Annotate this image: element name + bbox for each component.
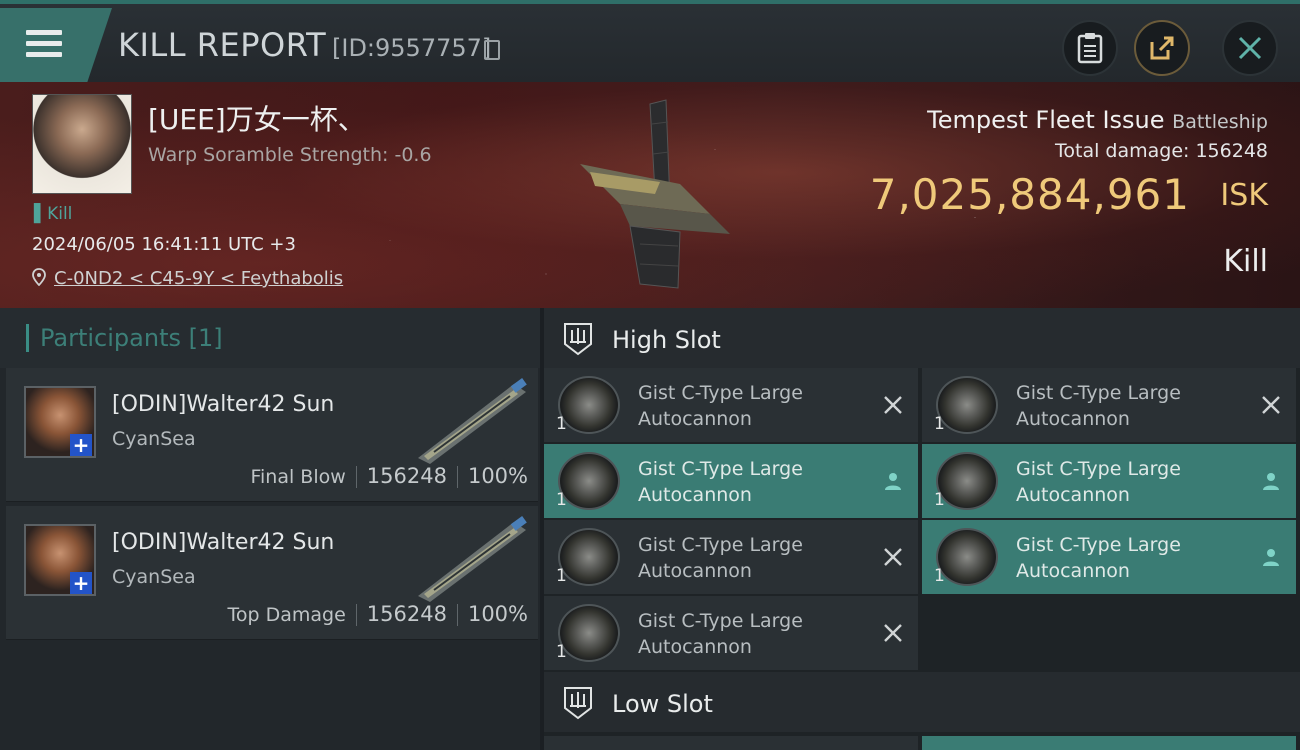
module-name: Gist C-Type Large Autocannon bbox=[1016, 382, 1181, 430]
module-item[interactable]: 1 Gist C-Type Large Autocannon bbox=[544, 368, 918, 442]
kill-datetime: 2024/06/05 16:41:11 UTC +3 bbox=[32, 234, 296, 255]
top-bar: KILL REPORT [ID:9557757] bbox=[0, 0, 1300, 82]
clipboard-icon bbox=[1077, 33, 1103, 64]
copy-icon[interactable] bbox=[484, 40, 500, 60]
autocannon-icon bbox=[936, 528, 998, 586]
participant-row[interactable]: + [ODIN]Walter42 Sun CyanSea Final Blow 1… bbox=[6, 368, 538, 502]
module-name: Gist C-Type Large Autocannon bbox=[638, 382, 803, 430]
menu-button[interactable] bbox=[0, 8, 112, 82]
module-item-partial[interactable] bbox=[922, 736, 1296, 750]
participant-corp: CyanSea bbox=[112, 428, 196, 450]
location-pin-icon bbox=[32, 268, 46, 286]
participants-header: Participants [1] bbox=[0, 308, 540, 368]
weapon-icon bbox=[418, 516, 527, 602]
weapon-icon bbox=[418, 378, 527, 464]
victim-name[interactable]: [UEE]万女一杯、 bbox=[148, 98, 366, 138]
high-slot-icon bbox=[564, 323, 592, 356]
close-button[interactable] bbox=[1222, 20, 1278, 76]
fitting-panel: High Slot 1 Gist C-Type Large Autocannon … bbox=[544, 308, 1300, 750]
module-item[interactable]: 1 Gist C-Type Large Autocannon bbox=[922, 444, 1296, 518]
page-title: KILL REPORT bbox=[118, 26, 327, 64]
module-quantity: 1 bbox=[934, 566, 945, 586]
clipboard-button[interactable] bbox=[1062, 20, 1118, 76]
kill-status: Kill bbox=[1223, 244, 1268, 279]
autocannon-icon bbox=[558, 604, 620, 662]
autocannon-icon bbox=[936, 452, 998, 510]
participant-stats: Top Damage 156248 100% bbox=[227, 602, 528, 626]
module-item[interactable]: 1 Gist C-Type Large Autocannon bbox=[544, 520, 918, 594]
kill-tag: ▌Kill bbox=[34, 204, 73, 224]
menu-icon bbox=[26, 30, 62, 58]
x-mark-icon bbox=[884, 396, 902, 414]
location-link[interactable]: C-0ND2 < C45-9Y < Feythabolis bbox=[54, 268, 343, 289]
ship-name[interactable]: Tempest Fleet Issue Battleship bbox=[927, 106, 1268, 134]
module-name: Gist C-Type Large Autocannon bbox=[638, 534, 803, 582]
person-icon bbox=[885, 473, 901, 490]
high-slot-header: High Slot bbox=[544, 308, 1300, 368]
module-item[interactable]: 1 Gist C-Type Large Autocannon bbox=[922, 368, 1296, 442]
module-name: Gist C-Type Large Autocannon bbox=[638, 610, 803, 658]
participant-stats: Final Blow 156248 100% bbox=[250, 464, 528, 488]
autocannon-icon bbox=[558, 452, 620, 510]
module-item[interactable]: 1 Gist C-Type Large Autocannon bbox=[544, 596, 918, 670]
participant-damage: 156248 bbox=[366, 602, 447, 626]
module-quantity: 1 bbox=[934, 490, 945, 510]
ship-class: Battleship bbox=[1172, 111, 1268, 133]
module-item[interactable]: 1 Gist C-Type Large Autocannon bbox=[544, 444, 918, 518]
person-icon bbox=[1263, 473, 1279, 490]
isk-unit: ISK bbox=[1220, 178, 1268, 213]
autocannon-icon bbox=[558, 528, 620, 586]
person-icon bbox=[1263, 549, 1279, 566]
participant-name: [ODIN]Walter42 Sun bbox=[112, 530, 335, 555]
ship-icon bbox=[580, 99, 730, 289]
victim-portrait[interactable] bbox=[32, 94, 132, 194]
module-name: Gist C-Type Large Autocannon bbox=[1016, 458, 1181, 506]
high-slot-title: High Slot bbox=[612, 326, 721, 354]
module-quantity: 1 bbox=[556, 566, 567, 586]
module-quantity: 1 bbox=[556, 490, 567, 510]
participant-percent: 100% bbox=[467, 464, 528, 488]
low-slot-icon bbox=[564, 687, 592, 720]
low-slot-header: Low Slot bbox=[544, 672, 1300, 732]
participant-percent: 100% bbox=[467, 602, 528, 626]
plus-icon: + bbox=[70, 572, 92, 594]
autocannon-icon bbox=[936, 376, 998, 434]
close-icon bbox=[1238, 36, 1262, 60]
module-quantity: 1 bbox=[934, 414, 945, 434]
isk-value: 7,025,884,961 bbox=[869, 170, 1190, 219]
module-quantity: 1 bbox=[556, 642, 567, 662]
share-button[interactable] bbox=[1134, 20, 1190, 76]
module-item-partial[interactable] bbox=[544, 736, 918, 750]
x-mark-icon bbox=[1262, 396, 1280, 414]
module-name: Gist C-Type Large Autocannon bbox=[1016, 534, 1181, 582]
participant-row[interactable]: + [ODIN]Walter42 Sun CyanSea Top Damage 1… bbox=[6, 506, 538, 640]
victim-banner: [UEE]万女一杯、 Warp Soramble Strength: -0.6 … bbox=[0, 82, 1300, 308]
autocannon-icon bbox=[558, 376, 620, 434]
module-item[interactable]: 1 Gist C-Type Large Autocannon bbox=[922, 520, 1296, 594]
participant-role: Top Damage bbox=[227, 604, 346, 626]
plus-icon: + bbox=[70, 434, 92, 456]
x-mark-icon bbox=[884, 624, 902, 642]
total-damage: Total damage: 156248 bbox=[1055, 140, 1268, 162]
share-icon bbox=[1150, 36, 1174, 60]
participant-corp: CyanSea bbox=[112, 566, 196, 588]
participant-role: Final Blow bbox=[250, 466, 346, 488]
participant-name: [ODIN]Walter42 Sun bbox=[112, 392, 335, 417]
x-mark-icon bbox=[884, 548, 902, 566]
participants-panel: Participants [1] + [ODIN]Walter42 Sun Cy… bbox=[0, 308, 540, 750]
participants-title: Participants [1] bbox=[40, 324, 223, 352]
low-slot-title: Low Slot bbox=[612, 690, 713, 718]
participant-damage: 156248 bbox=[366, 464, 447, 488]
module-name: Gist C-Type Large Autocannon bbox=[638, 458, 803, 506]
module-quantity: 1 bbox=[556, 414, 567, 434]
warp-scramble-strength: Warp Soramble Strength: -0.6 bbox=[148, 144, 432, 166]
report-id: [ID:9557757] bbox=[332, 34, 492, 62]
